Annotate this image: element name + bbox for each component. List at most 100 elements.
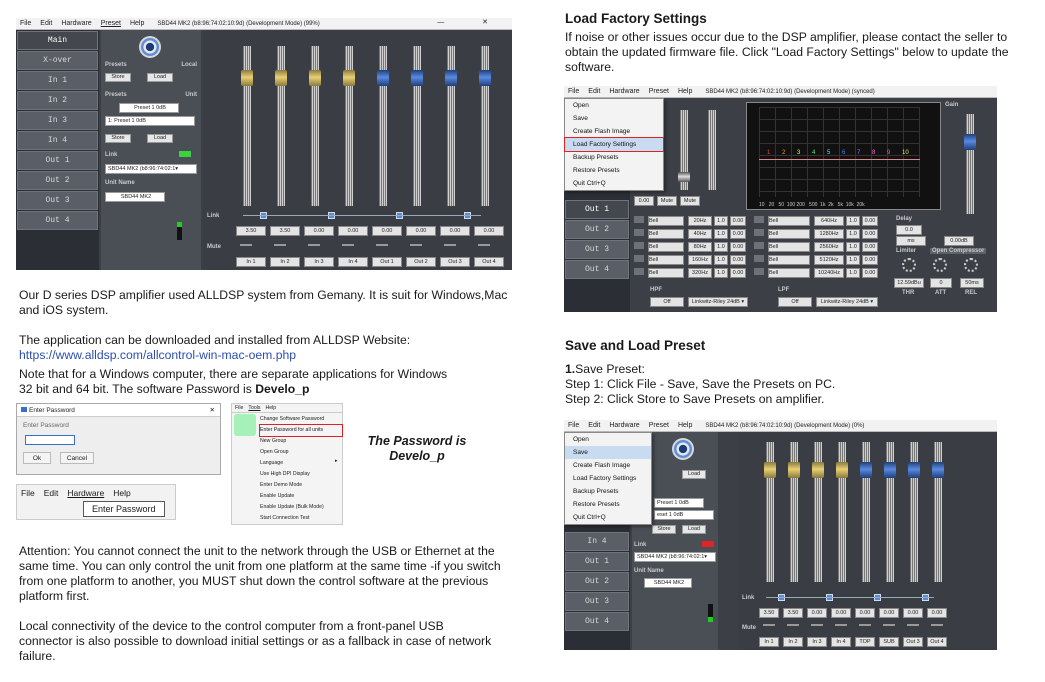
fader-handle[interactable] — [812, 462, 824, 478]
band-gain[interactable]: 0.00 — [862, 229, 878, 239]
menu-item-demo-mode[interactable]: Enter Demo Mode — [260, 480, 342, 491]
nav-out3[interactable]: Out 3 — [565, 592, 629, 611]
eq-band-marker-4[interactable]: 4 — [812, 150, 815, 156]
cancel-button[interactable]: Cancel — [60, 452, 94, 464]
lpf-filter-select[interactable]: Linkwitz-Riley 24dB ▾ — [816, 297, 878, 307]
mute-button[interactable] — [763, 624, 775, 626]
menu-file[interactable]: File — [21, 488, 35, 498]
eq-band-marker-10[interactable]: 10 — [902, 150, 909, 156]
channel-label-7[interactable]: Out 4 — [927, 637, 947, 647]
delay-value[interactable]: 0.0 — [896, 225, 922, 235]
menu-item-load-factory[interactable]: Load Factory Settings — [565, 472, 651, 485]
store-local-button[interactable]: Store — [105, 73, 131, 82]
eq-band-marker-1[interactable]: 1 — [767, 150, 770, 156]
gain-value-chip[interactable]: 0.00 — [372, 226, 402, 236]
fader-handle[interactable] — [764, 462, 776, 478]
band-type-select[interactable]: Bell — [768, 242, 810, 252]
menu-item-backup[interactable]: Backup Presets — [565, 151, 663, 164]
menu-help[interactable]: Help — [130, 20, 144, 27]
load-local-button[interactable]: Load — [147, 73, 173, 82]
val-0-chip[interactable]: 0.00 — [634, 196, 654, 206]
channel-label-0[interactable]: In 1 — [236, 257, 266, 267]
mute-chip-1[interactable]: Mute — [657, 196, 677, 206]
fader-handle[interactable] — [932, 462, 944, 478]
menu-hardware[interactable]: Hardware — [61, 20, 91, 27]
thr-value[interactable]: 12.59dBu — [894, 278, 924, 288]
band-enable-toggle[interactable] — [754, 229, 764, 236]
att-value[interactable]: 0 — [930, 278, 952, 288]
gain-value-chip[interactable]: 0.00 — [440, 226, 470, 236]
gain-value-chip[interactable]: 0.00 — [855, 608, 875, 618]
channel-label-3[interactable]: In 4 — [338, 257, 368, 267]
fader-handle[interactable] — [411, 70, 423, 86]
mute-button[interactable] — [478, 244, 490, 246]
band-gain[interactable]: 0.00 — [730, 229, 746, 239]
mute-button[interactable] — [787, 624, 799, 626]
fader-handle[interactable] — [377, 70, 389, 86]
mute-button[interactable] — [444, 244, 456, 246]
band-freq[interactable]: 2560Hz — [814, 242, 844, 252]
band-type-select[interactable]: Bell — [648, 268, 684, 278]
gain-value-chip[interactable]: 3.50 — [270, 226, 300, 236]
mute-button[interactable] — [342, 244, 354, 246]
rel-knob-icon[interactable] — [964, 258, 978, 272]
band-type-select[interactable]: Bell — [648, 242, 684, 252]
nav-out1[interactable]: Out 1 — [565, 200, 629, 219]
menu-help[interactable]: Help — [113, 488, 130, 498]
band-gain[interactable]: 0.00 — [862, 216, 878, 226]
band-freq[interactable]: 40Hz — [688, 229, 712, 239]
band-type-select[interactable]: Bell — [768, 268, 810, 278]
channel-label-7[interactable]: Out 4 — [474, 257, 504, 267]
gain-value-chip[interactable]: 0.00 — [927, 608, 947, 618]
band-freq[interactable]: 10240Hz — [814, 268, 844, 278]
band-enable-toggle[interactable] — [634, 268, 644, 275]
band-q[interactable]: 1.0 — [714, 268, 728, 278]
nav-out1[interactable]: Out 1 — [17, 151, 98, 170]
menu-item-save[interactable]: Save — [565, 446, 651, 459]
band-freq[interactable]: 1280Hz — [814, 229, 844, 239]
gain-value-chip[interactable]: 3.50 — [783, 608, 803, 618]
nav-out1[interactable]: Out 1 — [565, 552, 629, 571]
menu-item-high-dpi[interactable]: Use High DPI Display — [260, 469, 342, 480]
channel-label-3[interactable]: In 4 — [831, 637, 851, 647]
menu-item-enable-update-bulk[interactable]: Enable Update (Bulk Mode) — [260, 502, 342, 513]
band-enable-toggle[interactable] — [754, 268, 764, 275]
fader-handle[interactable] — [445, 70, 457, 86]
gain-value-chip[interactable]: 3.50 — [759, 608, 779, 618]
lpf-off-chip[interactable]: Off — [778, 297, 812, 307]
fader-handle[interactable] — [343, 70, 355, 86]
rel-value[interactable]: 50ms — [960, 278, 984, 288]
channel-label-2[interactable]: In 3 — [807, 637, 827, 647]
nav-out4[interactable]: Out 4 — [17, 211, 98, 230]
dialog-close-icon[interactable]: ✕ — [210, 404, 215, 417]
channel-label-1[interactable]: In 2 — [783, 637, 803, 647]
channel-label-4[interactable]: TOP — [855, 637, 875, 647]
channel-label-6[interactable]: Out 3 — [903, 637, 923, 647]
volume-knob-icon[interactable] — [672, 438, 694, 460]
gain-value-chip[interactable]: 3.50 — [236, 226, 266, 236]
enter-password-menu-item[interactable]: Enter Password — [83, 501, 165, 517]
volume-knob-icon[interactable] — [139, 36, 161, 58]
band-gain[interactable]: 0.00 — [730, 255, 746, 265]
menu-help[interactable]: Help — [265, 405, 276, 411]
menu-hardware[interactable]: Hardware — [609, 422, 639, 429]
band-gain[interactable]: 0.00 — [862, 255, 878, 265]
band-freq[interactable]: 320Hz — [688, 268, 712, 278]
preset-name-field[interactable]: Preset 1 0dB — [119, 103, 179, 113]
preset-select[interactable]: eset 1 0dB — [654, 510, 714, 520]
store-unit-button[interactable]: Store — [105, 134, 131, 143]
menu-item-create-flash[interactable]: Create Flash Image — [565, 459, 651, 472]
nav-in2[interactable]: In 2 — [17, 91, 98, 110]
fader-handle[interactable] — [908, 462, 920, 478]
nav-in3[interactable]: In 3 — [17, 111, 98, 130]
band-enable-toggle[interactable] — [634, 229, 644, 236]
gain-value-chip[interactable]: 0.00 — [903, 608, 923, 618]
menu-edit[interactable]: Edit — [588, 422, 600, 429]
nav-out4[interactable]: Out 4 — [565, 260, 629, 279]
band-freq[interactable]: 80Hz — [688, 242, 712, 252]
menu-file[interactable]: File — [235, 405, 243, 411]
menu-item-quit[interactable]: Quit Ctrl+Q — [565, 511, 651, 524]
band-enable-toggle[interactable] — [754, 255, 764, 262]
band-enable-toggle[interactable] — [634, 255, 644, 262]
gain-fader-handle[interactable] — [964, 134, 976, 150]
